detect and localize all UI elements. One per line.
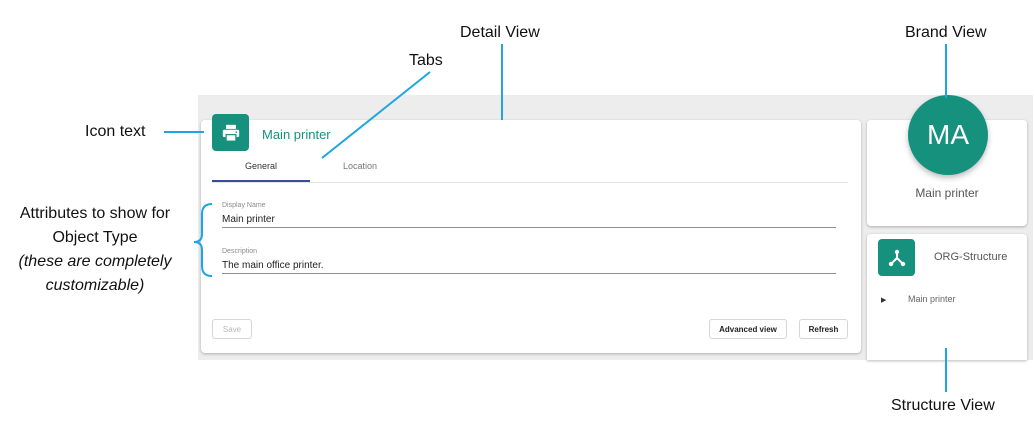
callout-brand-view: Brand View bbox=[905, 24, 987, 41]
detail-view-card: Main printer General Location Display Na… bbox=[201, 114, 861, 353]
callout-attributes-line-4: customizable) bbox=[45, 277, 145, 294]
advanced-view-button[interactable]: Advanced view bbox=[709, 319, 787, 339]
brand-name: Main printer bbox=[915, 186, 979, 200]
tab-divider bbox=[212, 182, 848, 183]
display-name-field[interactable]: Main printer bbox=[222, 214, 275, 225]
save-button[interactable]: Save bbox=[212, 319, 252, 339]
printer-icon bbox=[222, 124, 239, 142]
callout-icon-text: Icon text bbox=[85, 123, 146, 140]
callout-attributes: Attributes to show for Object Type (thes… bbox=[0, 202, 190, 298]
callout-attributes-line-3: (these are completely bbox=[18, 253, 172, 270]
hierarchy-icon bbox=[888, 249, 905, 266]
object-icon-tile bbox=[212, 114, 249, 151]
tree-item-main-printer[interactable]: Main printer bbox=[908, 294, 956, 304]
refresh-button[interactable]: Refresh bbox=[799, 319, 848, 339]
tree-expand-icon[interactable]: ▶ bbox=[881, 296, 886, 304]
brand-avatar: MA bbox=[908, 95, 988, 175]
detail-title: Main printer bbox=[262, 127, 331, 142]
callout-attributes-line-1: Attributes to show for bbox=[19, 205, 171, 222]
callout-structure-view: Structure View bbox=[891, 397, 995, 414]
description-label: Description bbox=[222, 248, 258, 255]
display-name-label: Display Name bbox=[222, 202, 266, 209]
display-name-underline bbox=[222, 227, 836, 228]
tab-general[interactable]: General bbox=[212, 161, 310, 171]
callout-attributes-line-2: Object Type bbox=[52, 229, 138, 246]
tab-location[interactable]: Location bbox=[311, 161, 409, 171]
callout-tabs: Tabs bbox=[409, 52, 443, 69]
structure-view-card: ORG-Structure ▶ Main printer bbox=[867, 234, 1027, 360]
structure-title: ORG-Structure bbox=[934, 251, 1008, 263]
description-underline bbox=[222, 273, 836, 274]
description-field[interactable]: The main office printer. bbox=[222, 260, 324, 271]
structure-icon-tile bbox=[878, 239, 915, 276]
callout-detail-view: Detail View bbox=[460, 24, 540, 41]
